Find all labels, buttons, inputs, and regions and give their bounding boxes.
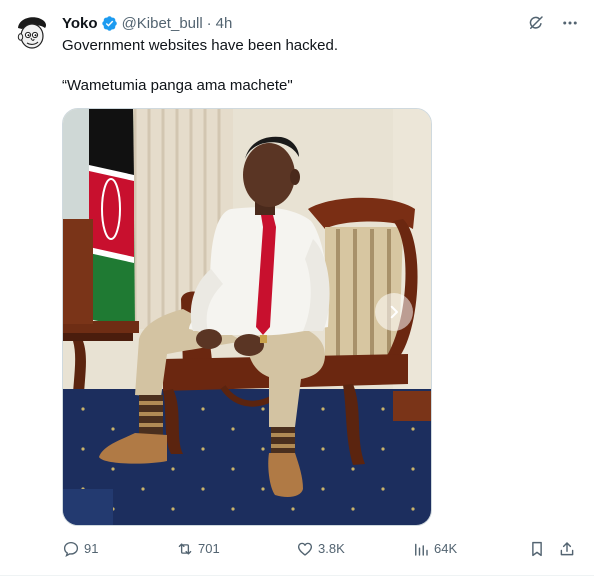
tweet-card[interactable]: Yoko @Kibet_bull · 4h Government website…: [0, 0, 594, 576]
repost-button[interactable]: 701: [176, 540, 220, 558]
reply-icon: [63, 541, 79, 557]
timestamp[interactable]: 4h: [216, 15, 233, 32]
header-actions: [526, 13, 580, 33]
tweet-header: Yoko @Kibet_bull · 4h: [62, 12, 232, 34]
grok-icon[interactable]: [526, 13, 546, 33]
views-count: 64K: [434, 541, 458, 556]
verified-badge-icon: [101, 15, 118, 32]
chevron-right-icon: [390, 305, 398, 319]
bookmark-icon: [532, 541, 542, 557]
views-button[interactable]: 64K: [412, 540, 457, 558]
more-icon[interactable]: [560, 13, 580, 33]
share-icon: [560, 542, 574, 556]
tweet-text-line-2: “Wametumia panga ama machete": [62, 77, 293, 94]
tweet-text: Government websites have been hacked. “W…: [62, 36, 572, 96]
repost-count: 701: [198, 541, 220, 556]
like-button[interactable]: 3.8K: [296, 540, 345, 558]
avatar-cartoon-icon: [12, 12, 52, 52]
share-button[interactable]: [558, 540, 580, 558]
separator-dot: ·: [206, 14, 212, 32]
bookmark-button[interactable]: [528, 540, 550, 558]
avatar[interactable]: [12, 12, 52, 52]
like-count: 3.8K: [318, 541, 345, 556]
tweet-photo[interactable]: [62, 108, 432, 526]
heart-icon: [297, 542, 313, 556]
author-name[interactable]: Yoko: [62, 15, 98, 32]
author-handle[interactable]: @Kibet_bull: [122, 15, 203, 32]
tweet-text-line-1: Government websites have been hacked.: [62, 37, 338, 54]
views-chart-icon: [415, 543, 428, 556]
reply-count: 91: [84, 541, 99, 556]
repost-icon: [178, 543, 192, 555]
next-photo-button[interactable]: [375, 293, 413, 331]
reply-button[interactable]: 91: [62, 540, 98, 558]
tweet-actions: 91 701 3.8K 64K: [62, 540, 582, 560]
